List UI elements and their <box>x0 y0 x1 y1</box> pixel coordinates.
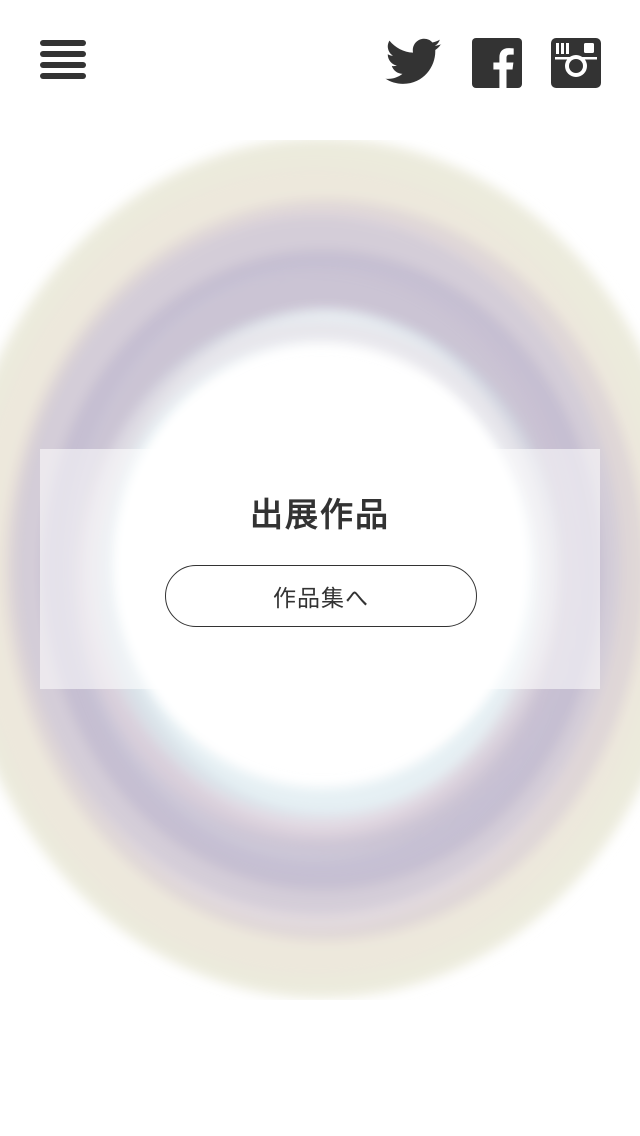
header <box>0 0 640 120</box>
instagram-icon[interactable] <box>551 38 601 90</box>
twitter-icon[interactable] <box>385 38 443 90</box>
facebook-icon[interactable] <box>472 38 522 90</box>
page: 出展作品 作品集へ <box>0 0 640 1136</box>
hamburger-menu-icon[interactable] <box>38 38 88 86</box>
works-gallery-button[interactable]: 作品集へ <box>165 565 477 627</box>
page-title: 出展作品 <box>250 495 390 534</box>
